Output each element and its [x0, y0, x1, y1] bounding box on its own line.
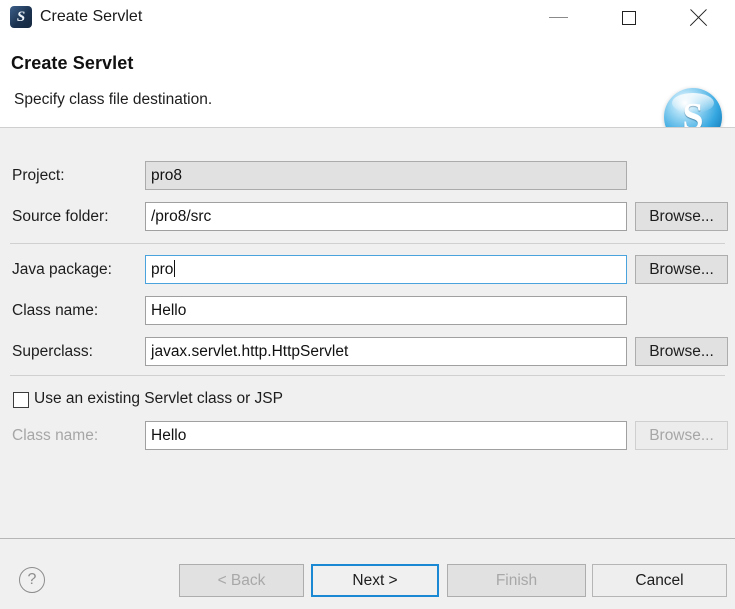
dialog-footer: ? < Back Next > Finish Cancel	[0, 539, 735, 609]
java-package-label: Java package:	[12, 261, 112, 278]
banner-title: Create Servlet	[11, 53, 134, 73]
form-body: Project: pro8 Source folder: /pro8/src B…	[0, 128, 735, 538]
minimize-icon	[549, 17, 568, 18]
finish-button: Finish	[447, 564, 586, 597]
section-separator-1	[10, 243, 725, 244]
source-folder-browse-button[interactable]: Browse...	[635, 202, 728, 231]
java-package-input[interactable]: pro	[145, 255, 627, 284]
java-package-browse-button[interactable]: Browse...	[635, 255, 728, 284]
class-name-label: Class name:	[12, 302, 99, 319]
existing-class-name-browse-button: Browse...	[635, 421, 728, 450]
window-title: Create Servlet	[40, 8, 143, 25]
section-separator-2	[10, 375, 725, 376]
create-servlet-dialog: S Create Servlet Create Servlet Specify …	[0, 0, 735, 609]
text-caret	[174, 260, 176, 277]
superclass-browse-button[interactable]: Browse...	[635, 337, 728, 366]
wizard-banner: Create Servlet Specify class file destin…	[0, 35, 735, 146]
back-button: < Back	[179, 564, 304, 597]
servlet-app-icon: S	[10, 6, 32, 28]
minimize-button[interactable]	[536, 0, 582, 35]
banner-description: Specify class file destination.	[14, 91, 213, 108]
help-icon[interactable]: ?	[19, 567, 45, 593]
use-existing-label: Use an existing Servlet class or JSP	[34, 390, 283, 407]
next-button[interactable]: Next >	[311, 564, 439, 597]
existing-class-name-input[interactable]: Hello	[145, 421, 627, 450]
maximize-icon	[622, 11, 636, 25]
app-icon-glyph: S	[16, 9, 26, 25]
superclass-label: Superclass:	[12, 343, 93, 360]
maximize-button[interactable]	[607, 0, 653, 35]
logo-gloss	[672, 93, 714, 113]
source-folder-input[interactable]: /pro8/src	[145, 202, 627, 231]
close-button[interactable]	[678, 0, 724, 35]
java-package-value: pro	[151, 261, 174, 278]
cancel-button[interactable]: Cancel	[592, 564, 727, 597]
use-existing-checkbox[interactable]	[13, 392, 29, 408]
project-combobox[interactable]: pro8	[145, 161, 627, 190]
superclass-input[interactable]: javax.servlet.http.HttpServlet	[145, 337, 627, 366]
existing-class-name-label: Class name:	[12, 427, 99, 444]
project-label: Project:	[12, 167, 65, 184]
class-name-input[interactable]: Hello	[145, 296, 627, 325]
title-bar: S Create Servlet	[0, 0, 735, 35]
source-folder-label: Source folder:	[12, 208, 109, 225]
